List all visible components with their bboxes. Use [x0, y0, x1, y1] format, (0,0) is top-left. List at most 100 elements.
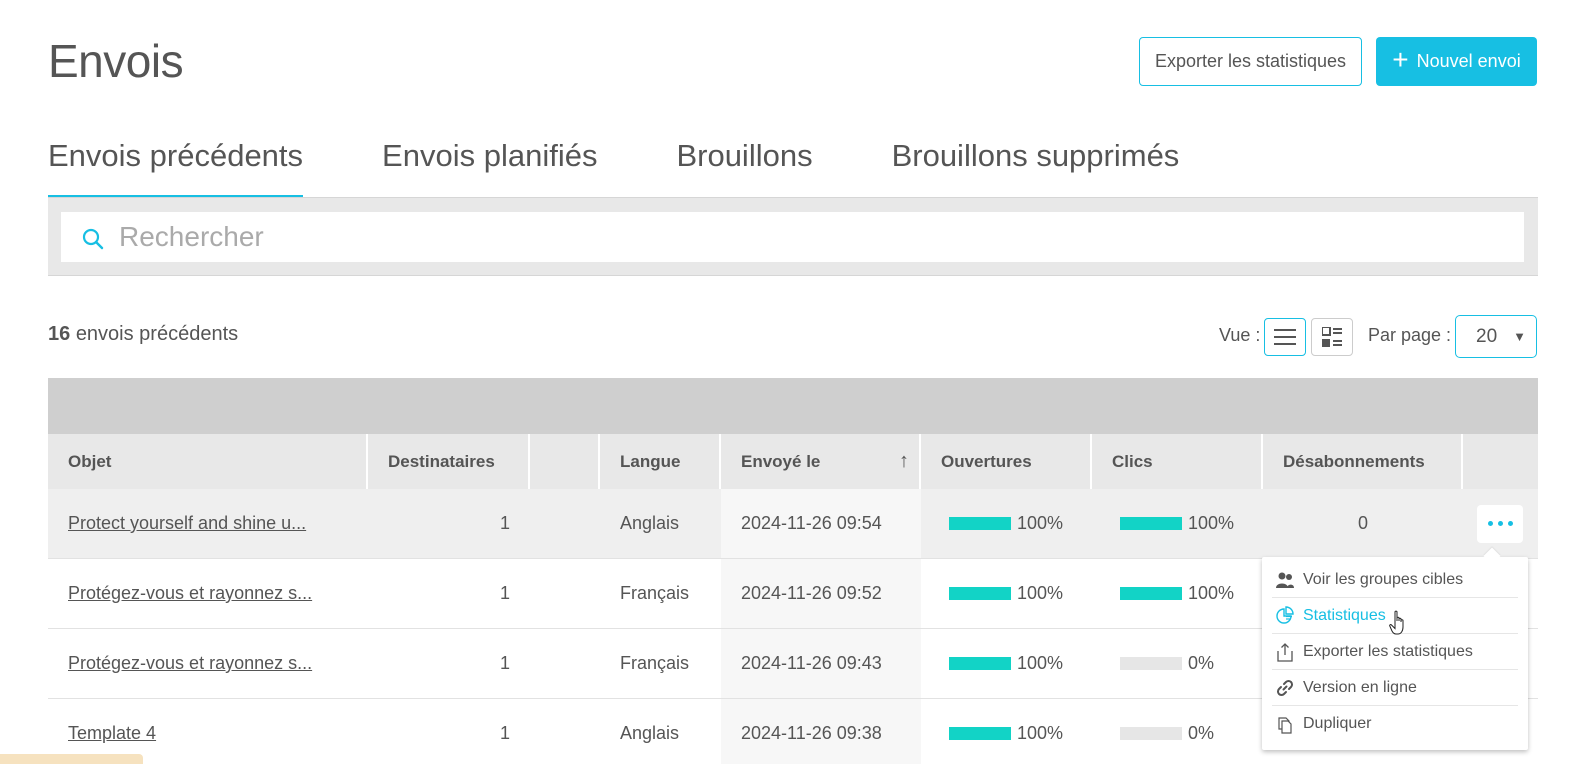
menu-item-version-en-ligne[interactable]: Version en ligne	[1272, 670, 1518, 706]
per-page-select[interactable]: 20 ▼	[1455, 315, 1537, 358]
opens-progress-fill	[949, 727, 1011, 740]
opens-percent: 100%	[1017, 653, 1064, 673]
pie-chart-icon	[1275, 605, 1295, 626]
results-count: 16 envois précédents	[48, 323, 238, 346]
menu-item-voir-groupes-cibles[interactable]: Voir les groupes cibles	[1272, 562, 1518, 598]
cell-clics: 0%	[1092, 629, 1263, 698]
tab-envois-planifies[interactable]: Envois planifiés	[382, 138, 597, 198]
cell-clics: 100%	[1092, 489, 1263, 558]
opens-progress-bar	[949, 587, 1011, 600]
cell-envoye-le: 2024-11-26 09:43	[721, 629, 921, 698]
column-header-actions	[1463, 434, 1538, 489]
send-subject-link[interactable]: Protégez-vous et rayonnez s...	[68, 653, 312, 674]
column-header-envoye-le-label: Envoyé le	[741, 451, 821, 471]
opens-progress-bar	[949, 727, 1011, 740]
menu-item-label: Dupliquer	[1303, 715, 1372, 732]
tab-brouillons-supprimes[interactable]: Brouillons supprimés	[892, 138, 1180, 198]
send-subject-link[interactable]: Protect yourself and shine u...	[68, 513, 306, 534]
actions-dropdown-menu: Voir les groupes cibles Statistiques Exp…	[1262, 557, 1528, 750]
column-header-destinataires[interactable]: Destinataires	[368, 434, 530, 489]
cell-envoye-le: 2024-11-26 09:54	[721, 489, 921, 558]
column-header-desabonnements[interactable]: Désabonnements	[1263, 434, 1463, 489]
opens-percent: 100%	[1017, 723, 1064, 743]
send-subject-link[interactable]: Protégez-vous et rayonnez s...	[68, 583, 312, 604]
per-page-label: Par page :	[1368, 325, 1452, 345]
tab-envois-precedents[interactable]: Envois précédents	[48, 138, 304, 199]
opens-progress-bar	[949, 657, 1011, 670]
cell-blank	[530, 699, 600, 764]
cell-clics: 100%	[1092, 559, 1263, 628]
menu-item-dupliquer[interactable]: Dupliquer	[1272, 706, 1518, 742]
results-count-label: envois précédents	[75, 323, 239, 345]
cell-objet: Protégez-vous et rayonnez s...	[48, 629, 368, 698]
menu-item-label: Voir les groupes cibles	[1303, 570, 1464, 588]
menu-item-label: Exporter les statistiques	[1303, 642, 1473, 660]
cell-objet: Protect yourself and shine u...	[48, 489, 368, 558]
clicks-percent: 0%	[1188, 653, 1215, 673]
notification-strip	[0, 754, 143, 764]
export-statistics-button[interactable]: Exporter les statistiques	[1139, 37, 1362, 86]
menu-item-exporter-statistiques[interactable]: Exporter les statistiques	[1272, 634, 1518, 670]
clicks-percent: 100%	[1188, 583, 1235, 603]
send-subject-link[interactable]: Template 4	[68, 723, 156, 744]
opens-percent: 100%	[1017, 583, 1064, 603]
clicks-progress-fill	[1120, 517, 1182, 530]
new-send-button[interactable]: + Nouvel envoi	[1376, 37, 1537, 86]
search-input[interactable]	[119, 221, 1499, 253]
search-box	[61, 212, 1524, 262]
duplicate-icon	[1275, 714, 1295, 734]
dot-icon	[1487, 521, 1493, 526]
table-row: Protect yourself and shine u... 1 Anglai…	[48, 489, 1538, 559]
clicks-percent: 0%	[1188, 723, 1215, 743]
cell-blank	[530, 629, 600, 698]
opens-progress-bar	[949, 517, 1011, 530]
link-icon	[1275, 678, 1295, 698]
cell-langue: Français	[620, 653, 690, 673]
dot-icon	[1507, 521, 1513, 526]
cell-envoye-le: 2024-11-26 09:38	[721, 699, 921, 764]
column-header-envoye-le[interactable]: Envoyé le ↑	[721, 434, 921, 489]
cell-blank	[530, 489, 600, 558]
results-count-number: 16	[48, 323, 71, 345]
column-header-objet[interactable]: Objet	[48, 434, 368, 489]
clicks-progress-bar	[1120, 587, 1182, 600]
dot-icon	[1497, 521, 1503, 526]
view-label: Vue :	[1219, 325, 1261, 345]
column-header-blank	[530, 434, 600, 489]
search-bar	[48, 197, 1538, 276]
cell-actions	[1463, 489, 1538, 558]
menu-item-statistiques[interactable]: Statistiques	[1272, 598, 1518, 634]
cell-ouvertures: 100%	[921, 699, 1092, 764]
opens-progress-fill	[949, 587, 1011, 600]
menu-item-label: Version en ligne	[1303, 678, 1417, 696]
tabs: Envois précédents Envois planifiés Broui…	[48, 138, 1258, 199]
more-actions-button[interactable]	[1477, 504, 1523, 543]
list-icon	[1274, 329, 1296, 345]
opens-percent: 100%	[1017, 513, 1064, 533]
grid-view-button[interactable]	[1311, 318, 1353, 356]
cell-destinataires: 1	[499, 653, 510, 673]
column-header-ouvertures[interactable]: Ouvertures	[921, 434, 1092, 489]
plus-icon: +	[1392, 44, 1409, 75]
sort-ascending-icon: ↑	[899, 450, 909, 472]
clicks-progress-bar	[1120, 727, 1182, 740]
cell-clics: 0%	[1092, 699, 1263, 764]
per-page-value: 20	[1476, 325, 1498, 347]
opens-progress-fill	[949, 517, 1011, 530]
column-header-langue[interactable]: Langue	[600, 434, 721, 489]
tab-brouillons[interactable]: Brouillons	[676, 138, 812, 198]
table-header: Objet Destinataires Langue Envoyé le ↑ O…	[48, 434, 1538, 489]
opens-progress-fill	[949, 657, 1011, 670]
table-toolbar	[48, 378, 1538, 434]
list-view-button[interactable]	[1264, 318, 1306, 356]
cell-destinataires: 1	[499, 513, 510, 533]
clicks-progress-bar	[1120, 657, 1182, 670]
cell-envoye-le: 2024-11-26 09:52	[721, 559, 921, 628]
export-icon	[1275, 642, 1295, 662]
cell-ouvertures: 100%	[921, 559, 1092, 628]
cell-langue: Anglais	[620, 513, 680, 533]
caret-down-icon: ▼	[1513, 329, 1526, 344]
search-icon	[82, 228, 104, 250]
cell-objet: Protégez-vous et rayonnez s...	[48, 559, 368, 628]
column-header-clics[interactable]: Clics	[1092, 434, 1263, 489]
